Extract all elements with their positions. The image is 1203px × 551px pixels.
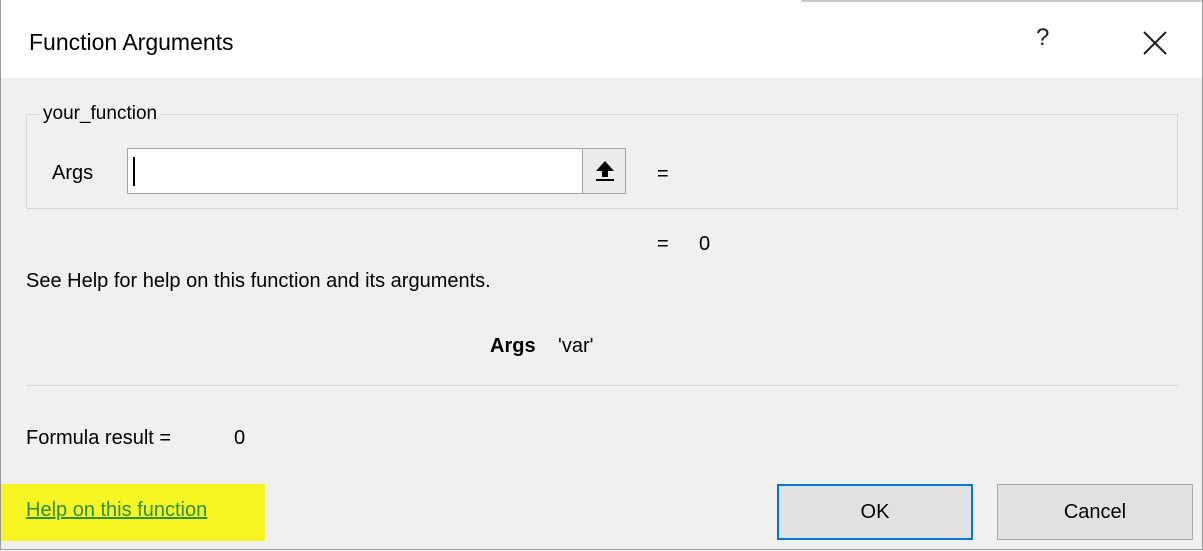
formula-result-value: 0 <box>234 427 246 449</box>
text-caret <box>133 157 135 186</box>
title-bar: Function Arguments ? <box>1 0 1202 78</box>
args-label: Args <box>52 162 94 184</box>
upload-arrow-icon <box>596 161 614 181</box>
evaluation-value: 0 <box>699 233 711 255</box>
function-arguments-dialog: Function Arguments ? your_function Args … <box>0 0 1203 550</box>
function-description: See Help for help on this function and i… <box>26 270 491 292</box>
collapse-dialog-button[interactable] <box>582 148 626 194</box>
cancel-button[interactable]: Cancel <box>997 484 1193 540</box>
argument-help-name: Args <box>490 335 536 357</box>
close-icon[interactable] <box>1141 29 1169 57</box>
arg-equals-sign: = <box>657 163 669 185</box>
ok-button[interactable]: OK <box>777 484 973 540</box>
argument-help-text: 'var' <box>558 335 594 357</box>
function-name: your_function <box>39 103 162 125</box>
evaluation-equals-sign: = <box>657 233 669 255</box>
args-input[interactable] <box>127 148 583 194</box>
separator <box>26 385 1178 386</box>
formula-result-label: Formula result = <box>26 427 172 449</box>
dialog-title: Function Arguments <box>29 29 234 55</box>
title-bar-edge <box>801 0 1202 2</box>
help-icon[interactable]: ? <box>1036 24 1049 52</box>
help-on-function-link[interactable]: Help on this function <box>26 499 207 522</box>
